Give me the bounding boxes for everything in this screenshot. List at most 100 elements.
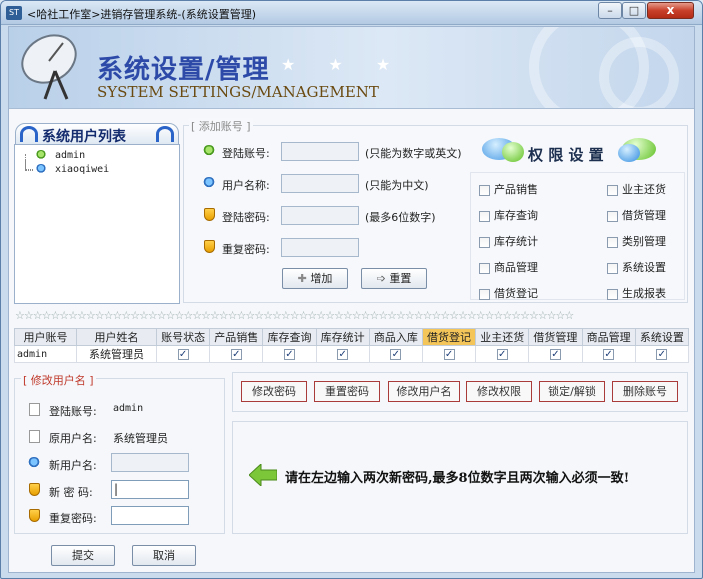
table-checkbox[interactable] — [549, 349, 561, 360]
table-checkbox[interactable] — [656, 349, 668, 360]
cell-check[interactable] — [421, 345, 477, 363]
delete-account-button[interactable]: 删除账号 — [612, 381, 678, 402]
change-permissions-button[interactable]: 修改权限 — [466, 381, 532, 402]
table-checkbox[interactable] — [177, 349, 189, 360]
shield-icon — [204, 208, 215, 224]
user-permission-table[interactable]: 用户账号 用户姓名 账号状态 产品销售 库存查询 库存统计 商品入库 借货登记 … — [14, 328, 690, 363]
user-name-input[interactable] — [281, 174, 359, 193]
user-name-label: 用户名称: — [222, 179, 270, 192]
perm-label: 商品管理 — [494, 261, 538, 274]
column-header[interactable]: 用户账号 — [14, 328, 77, 346]
perm-checkbox[interactable] — [479, 288, 490, 300]
minimize-button[interactable]: – — [598, 2, 622, 19]
perm-category-manage[interactable]: 类别管理 — [607, 233, 666, 249]
repeat-password-input[interactable] — [281, 238, 359, 257]
cell-check[interactable] — [315, 345, 370, 363]
column-header[interactable]: 借货登记 — [421, 328, 477, 346]
shield-icon — [29, 483, 40, 499]
column-header[interactable]: 商品管理 — [581, 328, 636, 346]
submit-button[interactable]: 提交 — [51, 545, 115, 566]
column-header[interactable]: 商品入库 — [368, 328, 423, 346]
table-checkbox[interactable] — [337, 349, 349, 360]
perm-checkbox[interactable] — [479, 210, 490, 222]
table-row[interactable]: admin 系统管理员 — [14, 345, 690, 363]
app-window: ST <哈社工作室>进销存管理系统-(系统设置管理) – □ x 系统设置/管理… — [0, 0, 703, 579]
user-name: xiaoqiwei — [55, 164, 110, 175]
perm-loan-manage[interactable]: 借货管理 — [607, 207, 666, 223]
perm-checkbox[interactable] — [607, 184, 618, 196]
perm-checkbox[interactable] — [479, 184, 490, 196]
edit-username-legend: [ 修改用户名 ] — [21, 372, 96, 388]
password-input[interactable] — [281, 206, 359, 225]
new-password-input[interactable]: | — [111, 480, 189, 499]
cell-check[interactable] — [528, 345, 583, 363]
perm-checkbox[interactable] — [479, 236, 490, 248]
perm-owner-return[interactable]: 业主还货 — [607, 181, 666, 197]
column-header[interactable]: 库存查询 — [262, 328, 317, 346]
cell-check[interactable] — [581, 345, 636, 363]
cancel-button[interactable]: 取消 — [132, 545, 196, 566]
perm-stock-query[interactable]: 库存查询 — [479, 207, 538, 223]
perm-checkbox[interactable] — [607, 288, 618, 300]
perm-system-settings[interactable]: 系统设置 — [607, 259, 666, 275]
perm-goods-manage[interactable]: 商品管理 — [479, 259, 538, 275]
cell-account: admin — [14, 345, 77, 363]
cell-check[interactable] — [634, 345, 690, 363]
banner-subtitle: SYSTEM SETTINGS/MANAGEMENT — [97, 83, 379, 101]
close-button[interactable]: x — [647, 2, 694, 19]
table-checkbox[interactable] — [603, 349, 615, 360]
perm-checkbox[interactable] — [607, 262, 618, 274]
table-checkbox[interactable] — [283, 349, 295, 360]
column-header[interactable]: 账号状态 — [155, 328, 211, 346]
login-account-label: 登陆账号: — [222, 147, 270, 160]
title-bar[interactable]: ST <哈社工作室>进销存管理系统-(系统设置管理) – □ x — [1, 1, 702, 25]
change-username-button[interactable]: 修改用户名 — [388, 381, 460, 402]
new-username-input[interactable] — [111, 453, 189, 472]
satellite-dish-icon — [21, 34, 77, 100]
column-header[interactable]: 借货管理 — [528, 328, 583, 346]
cell-check[interactable] — [368, 345, 423, 363]
table-checkbox[interactable] — [443, 349, 455, 360]
cell-check[interactable] — [209, 345, 264, 363]
perm-loan-register[interactable]: 借货登记 — [479, 285, 538, 301]
tree-line — [25, 159, 33, 171]
document-icon — [29, 403, 40, 416]
login-account-hint: (只能为数字或英文) — [365, 147, 462, 160]
perm-checkbox[interactable] — [479, 262, 490, 274]
column-header[interactable]: 产品销售 — [209, 328, 264, 346]
perm-label: 借货管理 — [622, 209, 666, 222]
cell-check[interactable] — [262, 345, 317, 363]
reset-button[interactable]: ➩ 重置 — [361, 268, 427, 289]
perm-label: 业主还货 — [622, 183, 666, 196]
reset-password-button[interactable]: 重置密码 — [314, 381, 380, 402]
cell-check[interactable] — [475, 345, 530, 363]
cell-check[interactable] — [155, 345, 211, 363]
add-account-panel: [ 添加账号 ] 登陆账号: (只能为数字或英文) 用户名称: (只能为中文) … — [183, 118, 688, 303]
table-checkbox[interactable] — [230, 349, 242, 360]
perm-reports[interactable]: 生成报表 — [607, 285, 666, 301]
column-header[interactable]: 业主还货 — [475, 328, 530, 346]
permissions-box: 产品销售 业主还货 库存查询 借货管理 库存统计 类别管理 商品管理 系统设置 … — [470, 172, 685, 300]
perm-checkbox[interactable] — [607, 210, 618, 222]
column-header[interactable]: 系统设置 — [634, 328, 690, 346]
reset-button-label: 重置 — [389, 272, 412, 285]
column-header[interactable]: 库存统计 — [315, 328, 370, 346]
perm-stock-stats[interactable]: 库存统计 — [479, 233, 538, 249]
lock-unlock-button[interactable]: 锁定/解锁 — [539, 381, 605, 402]
user-list-header: 系统用户列表 — [15, 123, 179, 145]
login-account-input[interactable] — [281, 142, 359, 161]
user-icon — [35, 150, 47, 162]
table-checkbox[interactable] — [496, 349, 508, 360]
permissions-title: 权 限 设 置 — [528, 146, 604, 164]
user-list[interactable]: admin xiaoqiwei — [14, 144, 180, 304]
table-checkbox[interactable] — [390, 349, 402, 360]
maximize-button[interactable]: □ — [622, 2, 646, 19]
app-icon[interactable]: ST — [6, 6, 22, 20]
perm-checkbox[interactable] — [607, 236, 618, 248]
add-button[interactable]: ✚ 增加 — [282, 268, 348, 289]
change-password-button[interactable]: 修改密码 — [241, 381, 307, 402]
perm-product-sales[interactable]: 产品销售 — [479, 181, 538, 197]
add-button-label: 增加 — [310, 272, 333, 285]
column-header[interactable]: 用户姓名 — [76, 328, 157, 346]
repeat-password-input[interactable] — [111, 506, 189, 525]
